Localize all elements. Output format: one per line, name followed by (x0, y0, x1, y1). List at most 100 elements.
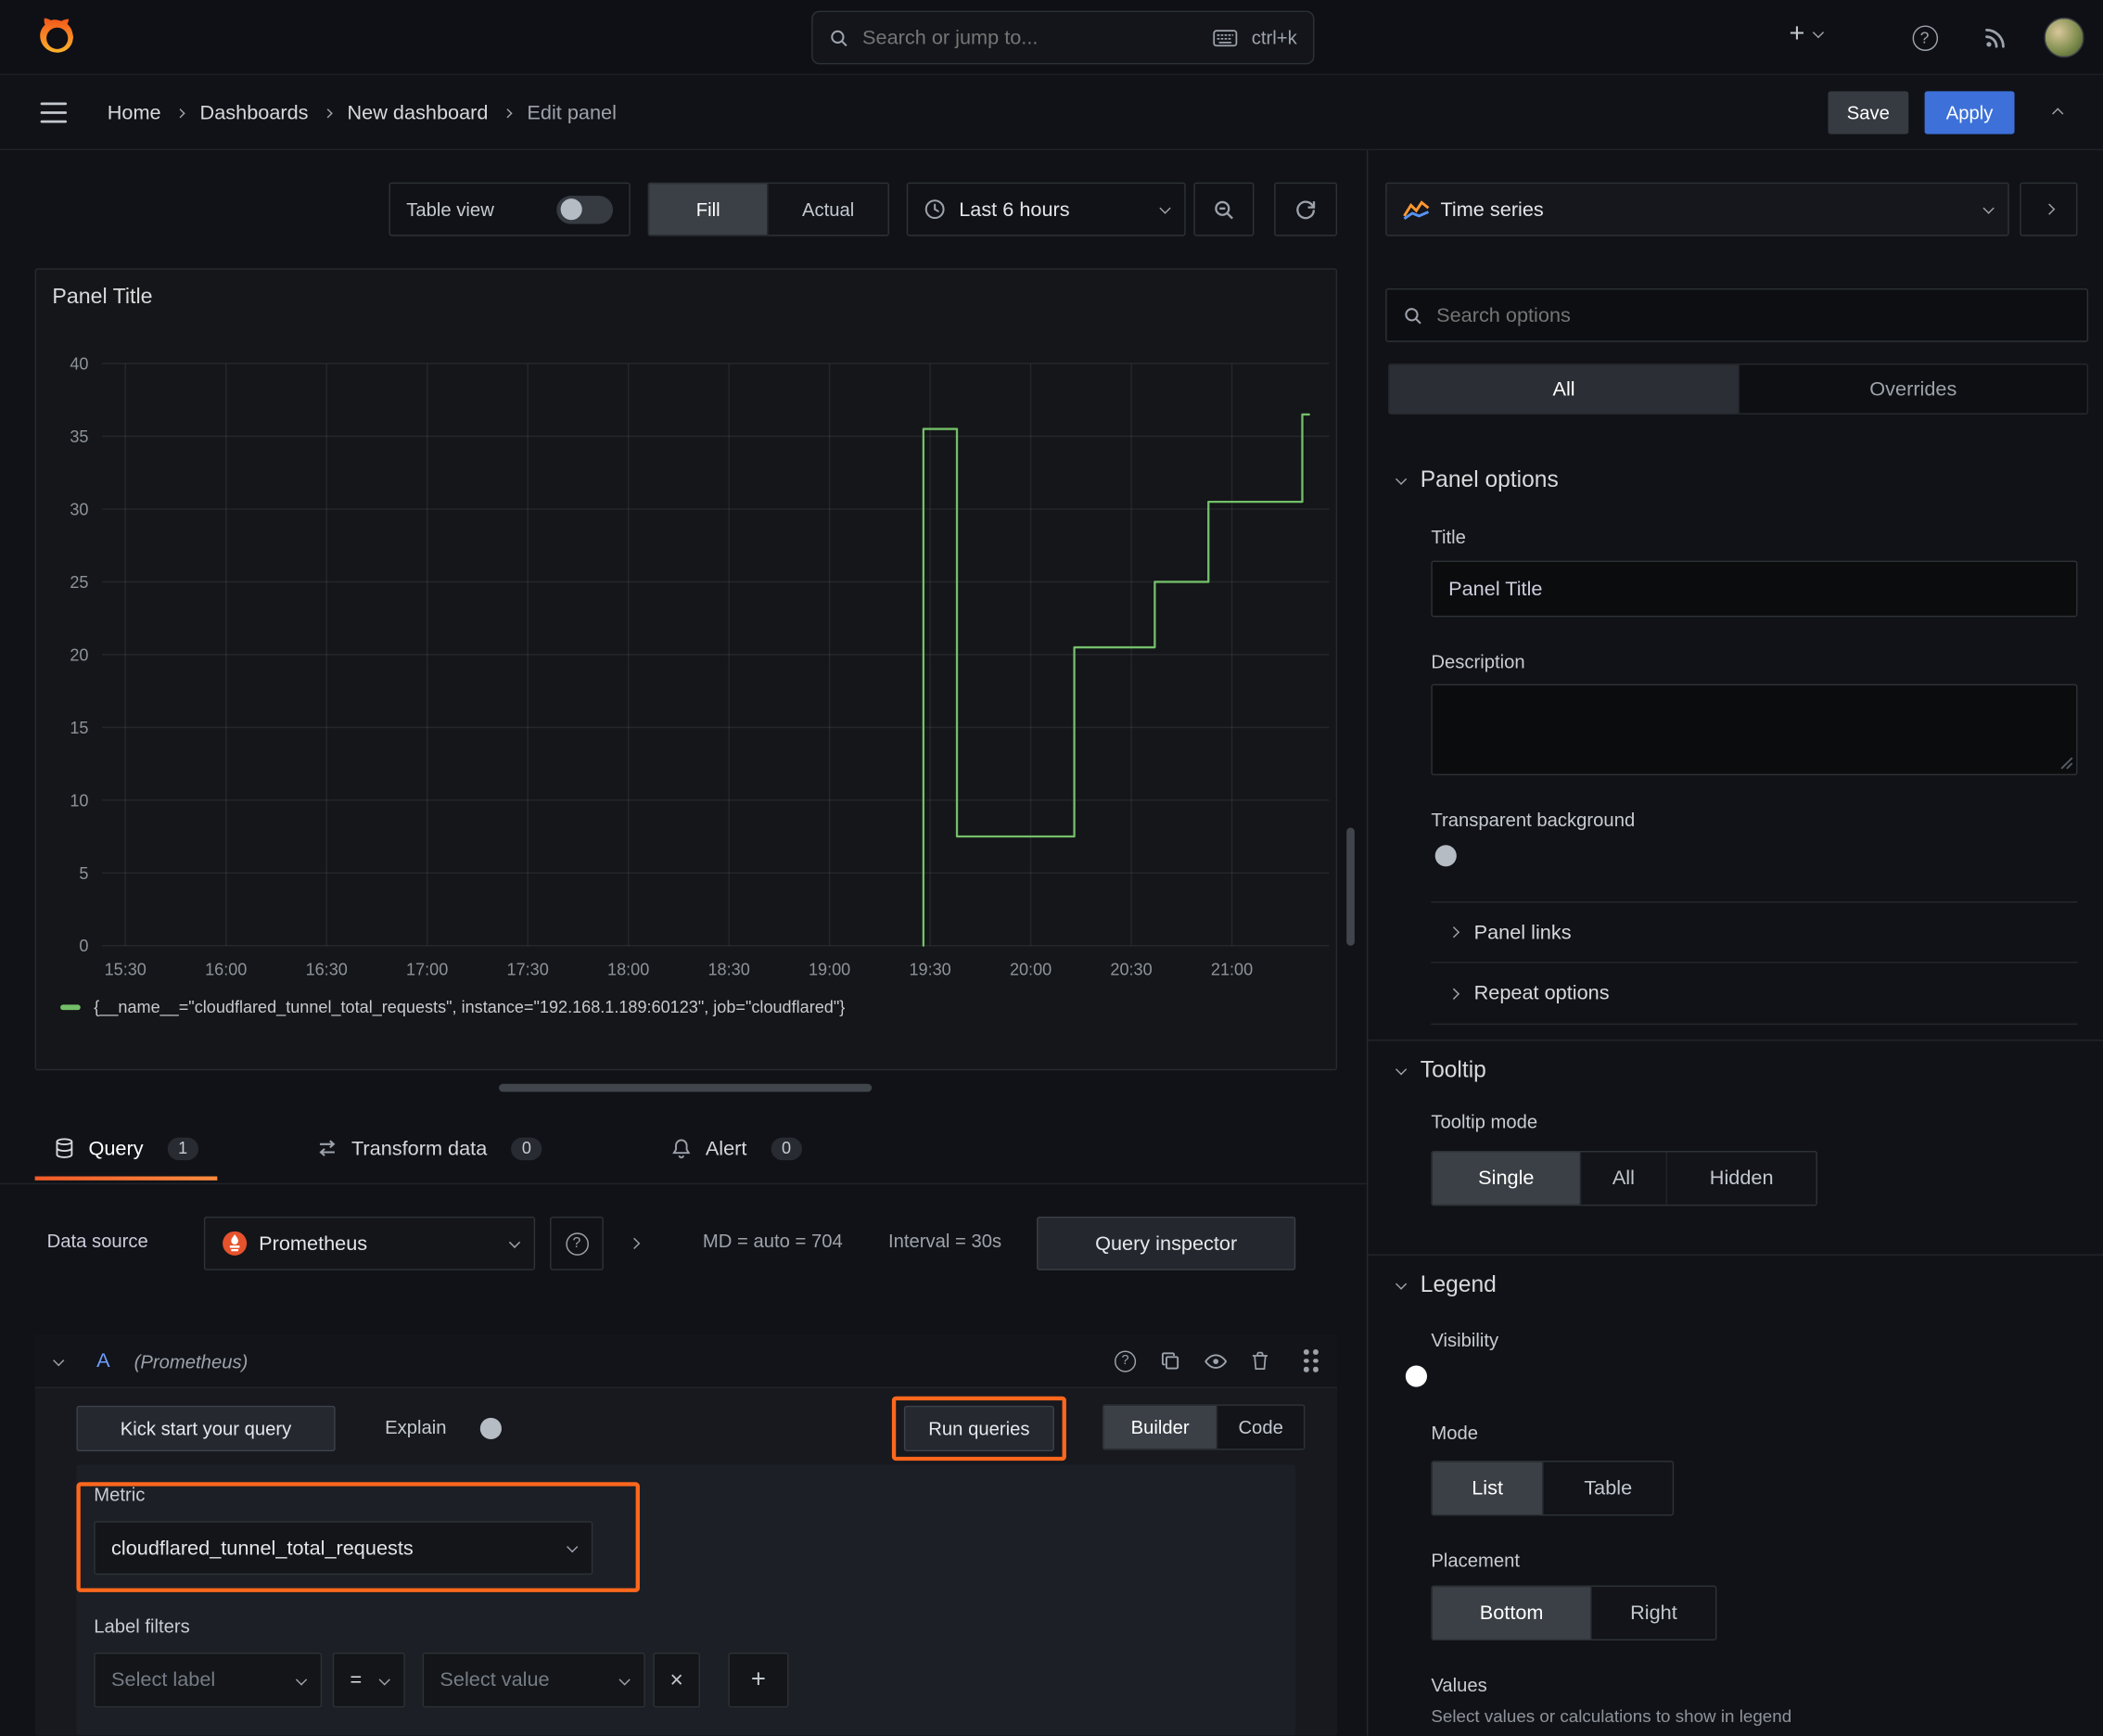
svg-text:16:00: 16:00 (205, 961, 247, 979)
max-data-points: MD = auto = 704 (702, 1230, 843, 1252)
breadcrumb-new-dashboard[interactable]: New dashboard (347, 101, 488, 124)
question-icon: ? (565, 1232, 589, 1256)
drag-handle-icon[interactable] (1303, 1349, 1319, 1372)
description-textarea[interactable] (1431, 683, 2078, 776)
chevron-down-icon (1395, 1278, 1408, 1290)
tab-transform-badge: 0 (511, 1136, 542, 1160)
operator-value: = (350, 1668, 363, 1691)
svg-text:35: 35 (70, 428, 88, 446)
horizontal-scrollbar[interactable] (499, 1083, 873, 1092)
metric-select[interactable]: cloudflared_tunnel_total_requests (94, 1521, 593, 1576)
tab-alert[interactable]: Alert 0 (652, 1116, 821, 1180)
save-button[interactable]: Save (1828, 91, 1909, 134)
query-row-header[interactable]: A (Prometheus) ? (34, 1334, 1338, 1389)
breadcrumb-home[interactable]: Home (108, 101, 161, 124)
options-search-input[interactable] (1436, 303, 2071, 327)
remove-filter-button[interactable]: × (653, 1653, 701, 1708)
placement-segmented: Bottom Right (1431, 1585, 1717, 1640)
tab-transform[interactable]: Transform data 0 (298, 1116, 561, 1180)
add-filter-button[interactable]: + (728, 1653, 789, 1708)
query-options-summary[interactable]: MD = auto = 704 Interval = 30s (703, 1214, 1001, 1268)
table-view-toggle[interactable] (556, 195, 614, 223)
tooltip-mode-all[interactable]: All (1579, 1152, 1666, 1205)
tooltip-mode-single[interactable]: Single (1432, 1152, 1580, 1205)
bell-icon (670, 1138, 692, 1159)
interval: Interval = 30s (887, 1230, 1002, 1252)
operator-dropdown[interactable]: = (332, 1653, 405, 1708)
menu-toggle[interactable] (38, 98, 70, 128)
tab-all[interactable]: All (1389, 364, 1739, 414)
zoom-out-button[interactable] (1193, 182, 1255, 236)
chevron-down-icon (1159, 202, 1171, 214)
select-value-placeholder: Select value (440, 1668, 550, 1691)
panel-options-header[interactable]: Panel options (1395, 466, 1559, 493)
panel-links-section[interactable]: Panel links (1431, 901, 2078, 964)
apply-button[interactable]: Apply (1924, 91, 2015, 134)
tab-transform-label: Transform data (350, 1136, 488, 1160)
legend-header[interactable]: Legend (1395, 1271, 1497, 1298)
svg-text:20:30: 20:30 (1110, 961, 1152, 979)
help-icon[interactable]: ? (1905, 19, 1944, 57)
tab-overrides[interactable]: Overrides (1738, 364, 2087, 414)
chevron-right-icon (1447, 987, 1460, 1000)
add-button[interactable]: + (1790, 20, 1824, 47)
time-range-picker[interactable]: Last 6 hours (906, 182, 1186, 236)
toggle-viz-picker-button[interactable] (2020, 182, 2078, 236)
code-option[interactable]: Code (1216, 1405, 1304, 1449)
timeseries-chart: 0 5 10 15 20 25 30 35 40 15:30 16:00 16:30 17:00 17:3… (70, 354, 1330, 979)
actual-option[interactable]: Actual (767, 184, 887, 236)
placement-bottom[interactable]: Bottom (1432, 1587, 1591, 1640)
vertical-scrollbar[interactable] (1346, 827, 1355, 946)
tooltip-header[interactable]: Tooltip (1395, 1056, 1486, 1084)
legend-mode-list[interactable]: List (1432, 1462, 1543, 1515)
hide-query-icon[interactable] (1204, 1353, 1228, 1369)
search-input[interactable] (862, 26, 1200, 49)
chevron-down-icon (1982, 202, 1995, 214)
values-hint: Select values or calculations to show in… (1431, 1705, 1792, 1727)
textarea-resize-handle[interactable] (2060, 757, 2073, 770)
chart-legend[interactable]: {__name__="cloudflared_tunnel_total_requ… (60, 998, 845, 1016)
fill-option[interactable]: Fill (649, 184, 768, 236)
panel-title-input[interactable] (1431, 560, 2078, 618)
visualization-picker[interactable]: Time series (1385, 182, 2009, 236)
grafana-logo[interactable] (32, 16, 75, 58)
search-bar[interactable]: ctrl+k (811, 10, 1315, 65)
tab-query[interactable]: Query 1 (34, 1116, 218, 1181)
query-options-chevron-icon[interactable] (629, 1237, 641, 1249)
query-help-icon[interactable]: ? (1114, 1349, 1137, 1372)
run-queries-button[interactable]: Run queries (903, 1405, 1054, 1452)
select-value-dropdown[interactable]: Select value (422, 1653, 645, 1708)
svg-text:40: 40 (70, 354, 88, 373)
rss-icon[interactable] (1980, 21, 2012, 54)
query-inspector-button[interactable]: Query inspector (1037, 1216, 1296, 1270)
refresh-button[interactable] (1274, 182, 1338, 236)
tooltip-title: Tooltip (1420, 1056, 1486, 1083)
svg-text:17:00: 17:00 (406, 961, 448, 979)
search-icon (1403, 305, 1423, 326)
breadcrumb-dashboards[interactable]: Dashboards (200, 101, 309, 124)
breadcrumb-separator-icon (175, 108, 185, 118)
svg-text:5: 5 (79, 864, 88, 883)
duplicate-query-icon[interactable] (1160, 1351, 1180, 1372)
svg-text:20:00: 20:00 (1010, 961, 1052, 979)
legend-swatch (60, 1004, 81, 1011)
grafana-edit-panel: ctrl+k + ? Home Dashboards New dashboard… (0, 0, 2103, 1736)
avatar[interactable] (2044, 17, 2084, 58)
select-label-dropdown[interactable]: Select label (94, 1653, 323, 1708)
chevron-down-icon (508, 1236, 521, 1248)
delete-query-icon[interactable] (1252, 1351, 1269, 1372)
query-builder-area: Metric cloudflared_tunnel_total_requests… (76, 1464, 1296, 1736)
tooltip-mode-hidden[interactable]: Hidden (1665, 1152, 1816, 1205)
repeat-options-section[interactable]: Repeat options (1431, 964, 2078, 1026)
datasource-picker[interactable]: Prometheus (203, 1216, 536, 1270)
title-label: Title (1431, 526, 1466, 548)
builder-option[interactable]: Builder (1103, 1405, 1217, 1449)
placement-right[interactable]: Right (1590, 1587, 1715, 1640)
datasource-help-button[interactable]: ? (550, 1216, 604, 1270)
collapse-header-button[interactable] (2039, 96, 2079, 129)
keyboard-icon (1213, 29, 1238, 46)
options-search[interactable] (1385, 287, 2089, 342)
kickstart-button[interactable]: Kick start your query (76, 1405, 336, 1452)
chevron-down-icon (567, 1541, 579, 1553)
legend-mode-table[interactable]: Table (1542, 1462, 1672, 1515)
